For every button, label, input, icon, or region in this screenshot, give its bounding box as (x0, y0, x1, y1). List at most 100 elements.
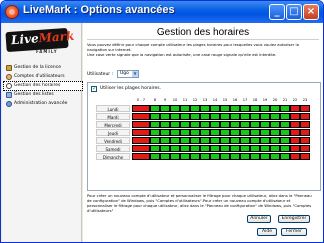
time-slot-allowed[interactable] (210, 121, 220, 128)
time-slot-allowed[interactable] (240, 113, 250, 120)
time-slot-allowed[interactable] (280, 137, 290, 144)
sidebar-item-lists[interactable]: Gestion des listes (4, 91, 82, 99)
time-slot-blocked[interactable] (132, 113, 150, 120)
time-slot-allowed[interactable] (220, 153, 230, 160)
save-button[interactable]: Enregistrer (278, 215, 310, 223)
title-bar[interactable]: LiveMark : Options avancées _ □ × (1, 1, 323, 23)
time-slot-allowed[interactable] (160, 137, 170, 144)
time-slot-allowed[interactable] (160, 113, 170, 120)
close-window-button[interactable]: × (303, 4, 319, 20)
time-slot-allowed[interactable] (150, 121, 160, 128)
time-slot-allowed[interactable] (250, 113, 260, 120)
maximize-button[interactable]: □ (286, 4, 302, 20)
time-slot-blocked[interactable] (132, 105, 150, 112)
time-slot-allowed[interactable] (260, 129, 270, 136)
time-slot-allowed[interactable] (250, 129, 260, 136)
time-slot-allowed[interactable] (230, 113, 240, 120)
time-slot-allowed[interactable] (170, 105, 180, 112)
time-slot-allowed[interactable] (150, 153, 160, 160)
time-slot-allowed[interactable] (160, 105, 170, 112)
use-schedule-checkbox[interactable] (91, 85, 97, 92)
time-slot-allowed[interactable] (190, 153, 200, 160)
time-slot-allowed[interactable] (220, 129, 230, 136)
time-slot-allowed[interactable] (240, 121, 250, 128)
minimize-button[interactable]: _ (269, 4, 285, 20)
time-slot-blocked[interactable] (300, 145, 310, 152)
time-slot-allowed[interactable] (170, 153, 180, 160)
time-slot-allowed[interactable] (220, 113, 230, 120)
time-slot-allowed[interactable] (270, 121, 280, 128)
time-slot-allowed[interactable] (250, 121, 260, 128)
sidebar-item-licence[interactable]: Gestion de la licence (4, 64, 82, 72)
time-slot-blocked[interactable] (300, 105, 310, 112)
time-slot-allowed[interactable] (150, 145, 160, 152)
time-slot-allowed[interactable] (190, 105, 200, 112)
time-slot-allowed[interactable] (170, 145, 180, 152)
time-slot-allowed[interactable] (230, 105, 240, 112)
time-slot-allowed[interactable] (150, 129, 160, 136)
time-slot-allowed[interactable] (260, 105, 270, 112)
time-slot-blocked[interactable] (132, 153, 150, 160)
time-slot-allowed[interactable] (190, 113, 200, 120)
time-slot-allowed[interactable] (160, 153, 170, 160)
time-slot-allowed[interactable] (230, 121, 240, 128)
time-slot-allowed[interactable] (230, 145, 240, 152)
time-slot-allowed[interactable] (280, 129, 290, 136)
time-slot-allowed[interactable] (170, 129, 180, 136)
time-slot-allowed[interactable] (170, 113, 180, 120)
time-slot-allowed[interactable] (190, 129, 200, 136)
time-slot-allowed[interactable] (210, 145, 220, 152)
user-select[interactable]: Ugo ▼ (117, 70, 139, 78)
time-slot-allowed[interactable] (240, 145, 250, 152)
time-slot-allowed[interactable] (210, 105, 220, 112)
sidebar-item-schedule[interactable]: Gestion des horaires (3, 81, 83, 91)
time-slot-allowed[interactable] (280, 105, 290, 112)
help-button[interactable]: Aide (257, 228, 277, 236)
time-slot-allowed[interactable] (180, 129, 190, 136)
time-slot-blocked[interactable] (300, 129, 310, 136)
time-slot-allowed[interactable] (180, 113, 190, 120)
time-slot-allowed[interactable] (180, 137, 190, 144)
cancel-button[interactable]: Annuler (247, 215, 271, 223)
time-slot-allowed[interactable] (280, 113, 290, 120)
time-slot-blocked[interactable] (290, 137, 300, 144)
time-slot-blocked[interactable] (290, 145, 300, 152)
time-slot-allowed[interactable] (240, 105, 250, 112)
sidebar-item-users[interactable]: Comptes d'utilisateurs (4, 73, 82, 81)
time-slot-allowed[interactable] (250, 153, 260, 160)
time-slot-allowed[interactable] (220, 121, 230, 128)
time-slot-blocked[interactable] (132, 121, 150, 128)
time-slot-allowed[interactable] (270, 137, 280, 144)
time-slot-allowed[interactable] (260, 145, 270, 152)
time-slot-allowed[interactable] (180, 153, 190, 160)
time-slot-allowed[interactable] (190, 137, 200, 144)
time-slot-allowed[interactable] (210, 137, 220, 144)
time-slot-blocked[interactable] (300, 113, 310, 120)
time-slot-allowed[interactable] (250, 137, 260, 144)
time-slot-allowed[interactable] (280, 121, 290, 128)
time-slot-allowed[interactable] (260, 113, 270, 120)
time-slot-allowed[interactable] (200, 113, 210, 120)
time-slot-allowed[interactable] (250, 145, 260, 152)
time-slot-allowed[interactable] (280, 153, 290, 160)
time-slot-allowed[interactable] (240, 153, 250, 160)
time-slot-allowed[interactable] (240, 129, 250, 136)
time-slot-allowed[interactable] (190, 145, 200, 152)
time-slot-allowed[interactable] (210, 153, 220, 160)
time-slot-allowed[interactable] (220, 137, 230, 144)
time-slot-allowed[interactable] (200, 145, 210, 152)
time-slot-blocked[interactable] (300, 121, 310, 128)
time-slot-allowed[interactable] (220, 105, 230, 112)
time-slot-blocked[interactable] (132, 137, 150, 144)
time-slot-allowed[interactable] (270, 153, 280, 160)
time-slot-allowed[interactable] (240, 137, 250, 144)
time-slot-allowed[interactable] (200, 153, 210, 160)
time-slot-allowed[interactable] (270, 105, 280, 112)
time-slot-blocked[interactable] (290, 113, 300, 120)
time-slot-blocked[interactable] (290, 129, 300, 136)
time-slot-allowed[interactable] (200, 137, 210, 144)
time-slot-allowed[interactable] (270, 145, 280, 152)
time-slot-allowed[interactable] (160, 145, 170, 152)
time-slot-allowed[interactable] (210, 113, 220, 120)
time-slot-blocked[interactable] (290, 121, 300, 128)
